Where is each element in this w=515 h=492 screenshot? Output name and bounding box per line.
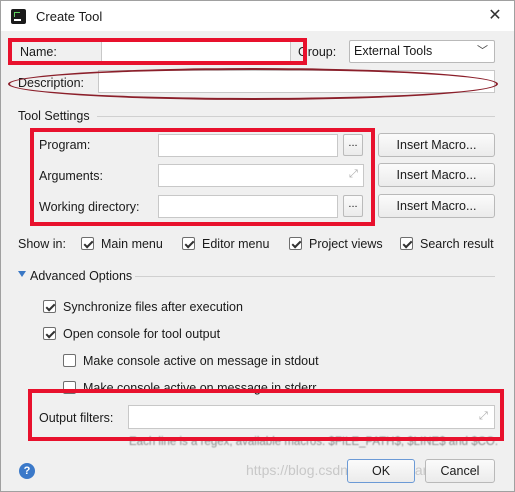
title-bar: Create Tool ✕ <box>1 1 514 31</box>
advanced-options-heading[interactable]: Advanced Options <box>30 269 132 283</box>
open-console-checkbox[interactable] <box>43 327 56 340</box>
section-divider <box>135 276 495 277</box>
group-combobox-value: External Tools <box>354 44 433 58</box>
name-input[interactable] <box>101 41 291 64</box>
window-title: Create Tool <box>36 9 103 24</box>
project-views-label: Project views <box>309 237 383 251</box>
expand-icon[interactable]: ⤢ <box>479 411 488 422</box>
close-icon[interactable]: ✕ <box>483 4 507 28</box>
chevron-down-icon: ﹀ <box>477 45 488 57</box>
working-directory-input[interactable] <box>158 195 338 218</box>
program-insert-macro-button[interactable]: Insert Macro... <box>378 133 495 157</box>
name-label: Name: <box>20 45 57 59</box>
app-icon <box>11 9 26 24</box>
expand-icon[interactable]: ⤢ <box>349 169 358 180</box>
collapse-triangle-icon[interactable] <box>18 271 26 277</box>
arguments-label: Arguments: <box>39 169 103 183</box>
output-filters-input[interactable] <box>128 405 495 429</box>
editor-menu-checkbox[interactable] <box>182 237 195 250</box>
working-directory-label: Working directory: <box>39 200 140 214</box>
synchronize-files-checkbox[interactable] <box>43 300 56 313</box>
show-in-label: Show in: <box>18 237 66 251</box>
open-console-label: Open console for tool output <box>63 327 221 341</box>
arguments-input[interactable] <box>158 164 364 187</box>
working-directory-browse-button[interactable]: ... <box>343 195 363 217</box>
editor-menu-label: Editor menu <box>202 237 270 251</box>
output-filters-hint: Each line is a regex, available macros: … <box>129 436 499 448</box>
console-active-stderr-label: Make console active on message in stderr <box>83 381 317 395</box>
console-active-stderr-checkbox[interactable] <box>63 381 76 394</box>
ok-button[interactable]: OK <box>347 459 415 483</box>
group-label: Group: <box>298 45 337 59</box>
group-combobox[interactable]: External Tools ﹀ <box>349 40 495 63</box>
description-input[interactable] <box>98 70 495 93</box>
main-menu-checkbox[interactable] <box>81 237 94 250</box>
help-icon[interactable]: ? <box>19 463 35 479</box>
section-divider <box>97 116 495 117</box>
project-views-checkbox[interactable] <box>289 237 302 250</box>
description-label: Description: <box>18 76 84 90</box>
program-label: Program: <box>39 138 91 152</box>
main-menu-label: Main menu <box>101 237 163 251</box>
create-tool-dialog: Create Tool ✕ Name: Group: External Tool… <box>0 0 515 492</box>
search-result-checkbox[interactable] <box>400 237 413 250</box>
tool-settings-heading: Tool Settings <box>18 109 90 123</box>
program-input[interactable] <box>158 134 338 157</box>
console-active-stdout-checkbox[interactable] <box>63 354 76 367</box>
arguments-insert-macro-button[interactable]: Insert Macro... <box>378 163 495 187</box>
output-filters-label: Output filters: <box>39 411 114 425</box>
program-browse-button[interactable]: ... <box>343 134 363 156</box>
working-directory-insert-macro-button[interactable]: Insert Macro... <box>378 194 495 218</box>
cancel-button[interactable]: Cancel <box>425 459 495 483</box>
search-result-label: Search result <box>420 237 494 251</box>
synchronize-files-label: Synchronize files after execution <box>63 300 243 314</box>
console-active-stdout-label: Make console active on message in stdout <box>83 354 319 368</box>
